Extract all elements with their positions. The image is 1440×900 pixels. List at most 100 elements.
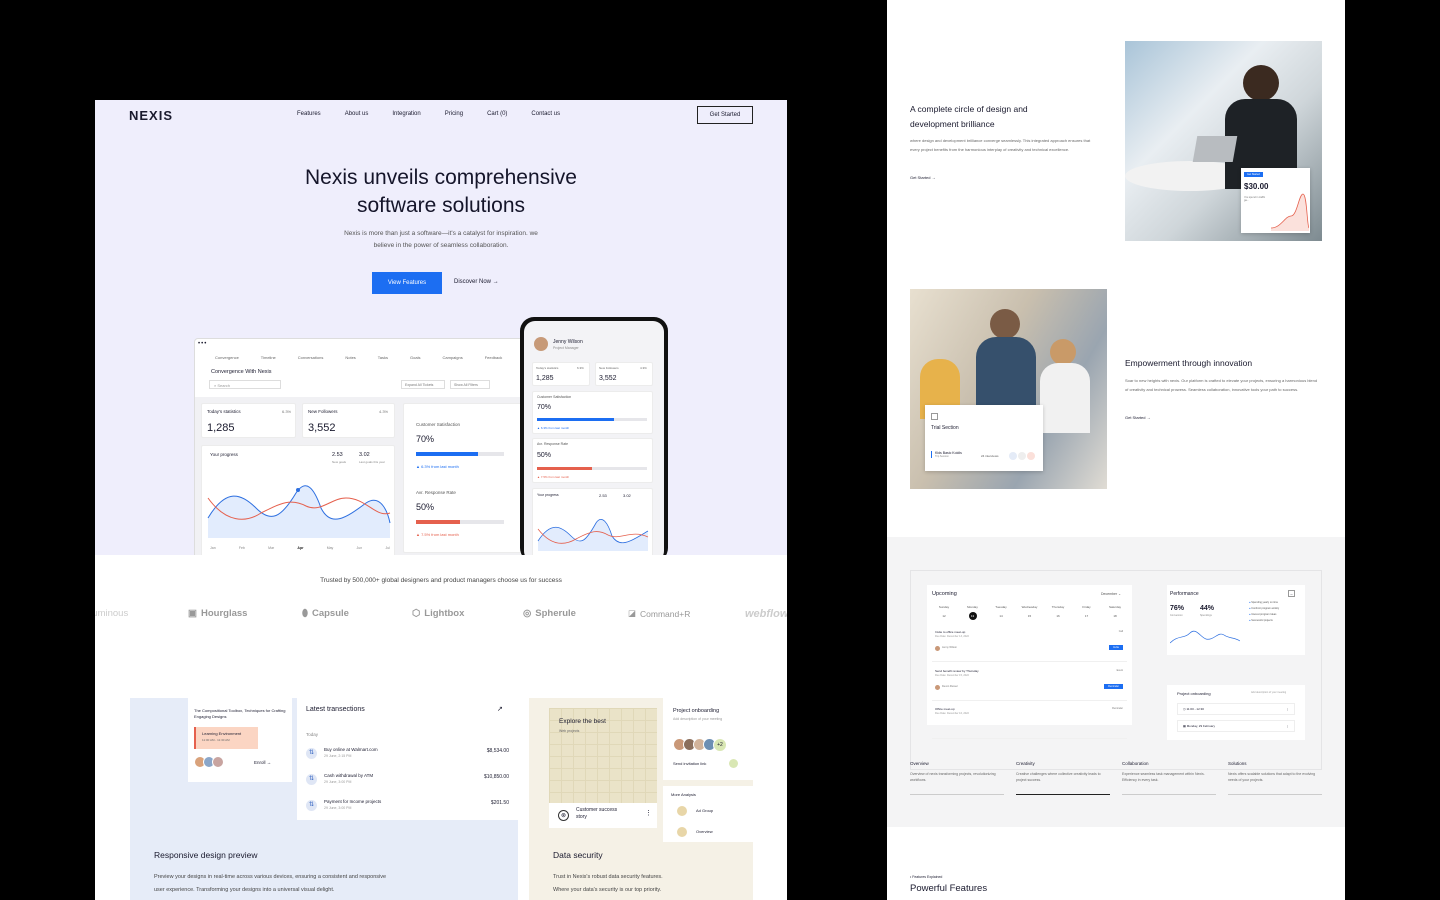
responsive-desc-line-2: user experience. Transforming your desig… <box>154 887 335 893</box>
nav-pricing[interactable]: Pricing <box>445 111 463 117</box>
day-column[interactable]: Sunday 12 <box>932 605 956 620</box>
nav-integration[interactable]: Integration <box>392 111 420 117</box>
day-column[interactable]: Monday 13 <box>961 605 985 620</box>
powerful-features-heading: Powerful Features <box>910 883 988 894</box>
day-column[interactable]: Thursday 16 <box>1046 605 1070 620</box>
transaction-row[interactable]: ⇅ Payment for Income projects 29 June, 3:0… <box>306 798 509 816</box>
satisfaction-label: Customer Satisfaction <box>416 422 461 427</box>
view-features-button[interactable]: View Features <box>372 272 442 294</box>
tab-campaigns[interactable]: Campaigns <box>442 355 462 360</box>
event-title: Send benefit review by Thursday <box>935 669 979 673</box>
phone-satisfaction: Customer Satisfaction 70% ▲ 6.3% from la… <box>532 391 653 434</box>
trial-title: Trial Section <box>931 425 959 431</box>
expand-tickets-button[interactable]: Expand All Tickets <box>401 380 445 389</box>
transaction-date: 29 June, 3:00 PM <box>324 806 352 810</box>
day-column[interactable]: Tuesday 14 <box>989 605 1013 620</box>
onboarding-sub: Add description of your meeting <box>673 717 723 721</box>
price-note: You spend in traffic ga... <box>1244 196 1266 202</box>
dashboard-search-input[interactable]: ⌕ Search <box>209 380 281 389</box>
legend-item: ● Successful projects <box>1249 619 1279 622</box>
get-started-button[interactable]: Get Started <box>697 106 753 124</box>
discover-now-link[interactable]: Discover Now → <box>454 279 499 285</box>
event-tag: Event <box>1116 669 1123 672</box>
responsive-heading: Responsive design preview <box>154 850 258 860</box>
feature-tab-collaboration[interactable]: Collaboration Experience seamless task ma… <box>1122 761 1216 795</box>
external-link-icon[interactable]: ↗ <box>497 705 503 713</box>
group-dot-icon <box>677 806 687 816</box>
feature-tab-overview[interactable]: Overview Overview of nexis transforming p… <box>910 761 1004 795</box>
phone-stat-1: Today's statistics 6.3% 1,285 <box>532 362 590 386</box>
stat-change: 6.3% <box>282 409 292 414</box>
event-action-button[interactable]: Reminder <box>1104 684 1123 689</box>
progress-label: Your progress <box>210 452 238 457</box>
perf-label-2: Spendings <box>1200 614 1212 617</box>
feature-tab-title: Creativity <box>1016 761 1035 766</box>
transaction-date: 29 June, 2:15 PM <box>324 754 352 758</box>
expand-icon[interactable]: – <box>1288 590 1295 597</box>
tab-goals[interactable]: Goals <box>410 355 420 360</box>
day-date: 17 <box>1084 614 1089 618</box>
hourglass-icon: ▣ <box>188 608 197 619</box>
feature-tab-title: Overview <box>910 761 929 766</box>
response-bar-fill <box>416 520 460 524</box>
add-group-item[interactable]: Ad Group <box>696 808 713 813</box>
phone-stat-value: 3,552 <box>599 375 617 382</box>
tab-tasks[interactable]: Tasks <box>378 355 388 360</box>
send-invitation-link[interactable]: Send invitation link <box>673 761 706 766</box>
feature-tab-desc: Overview of nexis transforming projects,… <box>910 772 996 782</box>
circle-heading: A complete circle of design and developm… <box>910 102 1080 132</box>
nav-features[interactable]: Features <box>297 111 321 117</box>
nav-about[interactable]: About us <box>345 111 369 117</box>
phone-progress-chart <box>537 519 649 551</box>
tab-conversations[interactable]: Conversations <box>298 355 324 360</box>
event-row[interactable]: Invite to office meet-up Due Date: Decemb… <box>932 628 1127 662</box>
enroll-button[interactable]: Enroll → <box>254 760 271 765</box>
day-column[interactable]: Friday 17 <box>1075 605 1099 620</box>
brand-lightbox: ⬡ Lightbox <box>412 608 464 619</box>
transaction-row[interactable]: ⇅ Cash withdrawal by ATM 29 June, 3:00 PM $… <box>306 772 509 790</box>
hero-section: NEXIS Features About us Integration Pric… <box>95 100 787 555</box>
day-column[interactable]: Saturday 18 <box>1103 605 1127 620</box>
hero-title-line-1: Nexis unveils comprehensive <box>305 166 577 189</box>
event-action-button[interactable]: Invite <box>1109 645 1123 650</box>
progress-value-2: 3.02 <box>359 452 370 458</box>
transaction-row[interactable]: ⇅ Buy online at Walmart.com 29 June, 2:15 … <box>306 746 509 764</box>
circle-get-started-link[interactable]: Get Started → <box>910 175 936 180</box>
month-select[interactable]: December ⌄ <box>1101 592 1121 596</box>
commandr-icon: ◪ <box>628 608 637 618</box>
more-vertical-icon[interactable]: ⋮ <box>645 809 652 817</box>
overview-item[interactable]: Overview <box>696 829 713 834</box>
day-column[interactable]: Wednesday 15 <box>1018 605 1042 620</box>
link-label: Get Started <box>910 175 931 180</box>
date-slot[interactable]: ▦ Monday, 29 February ⋮ <box>1177 720 1295 732</box>
nav-contact[interactable]: Contact us <box>531 111 560 117</box>
circle-desc: where design and development brilliance … <box>910 138 1091 152</box>
feature-tab-creativity[interactable]: Creativity Creative challenges where coll… <box>1016 761 1110 795</box>
phone-resp-fill <box>537 467 592 470</box>
transactions-card: Latest transections ↗ Today ⇅ Buy online … <box>297 698 518 820</box>
customer-story-bar[interactable]: ⊗ Customer success story ⋮ <box>549 803 657 828</box>
month-tick: May <box>326 546 334 550</box>
tab-notes[interactable]: Notes <box>345 355 355 360</box>
time-slot[interactable]: ◷ 11:00 - 12:30 ⋮ <box>1177 703 1295 715</box>
tab-feedback[interactable]: Feedback <box>485 355 503 360</box>
show-filters-button[interactable]: Show All Filters <box>450 380 490 389</box>
brand-logos: Luminous ▣Hourglass ⬮Capsule ⬡Lightbox ◎… <box>95 608 787 628</box>
phone-stat-label: New Followers <box>599 366 619 370</box>
day-date: 18 <box>1113 614 1117 618</box>
phone-response: Avr. Response Rate 50% ▲ 7.5% from last … <box>532 438 653 483</box>
event-row[interactable]: Office meet-up Due Date: December 16, 202… <box>932 705 1127 739</box>
response-bar-track <box>416 520 504 524</box>
security-desc-line-2: Where your data's security is our top pr… <box>553 887 662 893</box>
performance-card: Performance – 76% Conversion 44% Spendin… <box>1167 585 1305 655</box>
nav-cart[interactable]: Cart (0) <box>487 111 507 117</box>
event-row[interactable]: Send benefit review by Thursday Due Date:… <box>932 667 1127 701</box>
story-label: Customer success story <box>576 807 618 820</box>
satisfaction-card: Customer Satisfaction 70% ▲ 6.3% from la… <box>403 403 523 553</box>
empowerment-get-started-link[interactable]: Get Started → <box>1125 415 1151 420</box>
tab-timeline[interactable]: Timeline <box>261 355 276 360</box>
nexis-logo[interactable]: NEXIS <box>129 108 173 123</box>
tab-convergence[interactable]: Convergence <box>215 355 239 360</box>
explore-card: Explore the best Web projects ⊗ Customer… <box>549 708 657 828</box>
feature-tab-solutions[interactable]: Solutions Nexis offers scalable solutions… <box>1228 761 1322 795</box>
